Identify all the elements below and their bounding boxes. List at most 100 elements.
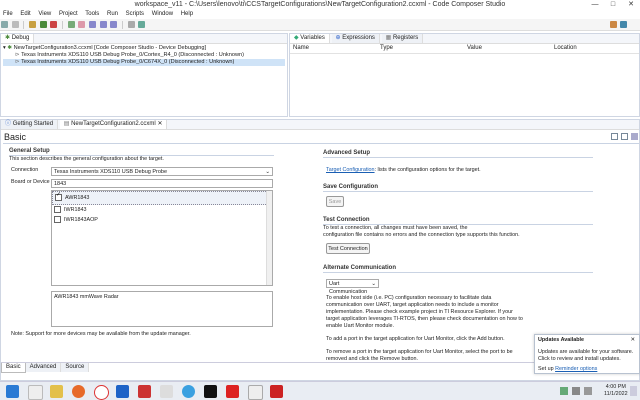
clock[interactable]: 4:00 PM 11/1/2022 bbox=[604, 384, 628, 398]
maximize-icon[interactable]: □ bbox=[604, 0, 622, 10]
board-label: Board or Device bbox=[11, 179, 50, 185]
cube-icon[interactable] bbox=[160, 385, 173, 398]
device-checkbox[interactable] bbox=[54, 205, 61, 213]
save-icon[interactable] bbox=[11, 21, 19, 28]
step-into-icon[interactable] bbox=[89, 21, 97, 28]
chrome-icon[interactable] bbox=[94, 385, 109, 400]
menu-window[interactable]: Window bbox=[149, 10, 176, 19]
suspend-icon[interactable] bbox=[78, 21, 86, 28]
volume-icon[interactable] bbox=[572, 387, 580, 395]
menu-file[interactable]: File bbox=[0, 10, 16, 19]
close-tab-icon[interactable]: ✕ bbox=[157, 121, 162, 127]
minimize-icon[interactable]: — bbox=[586, 0, 604, 10]
tab-target-config[interactable]: ▤ NewTargetConfiguration2.ccxml ✕ bbox=[59, 120, 168, 129]
file-explorer-icon[interactable] bbox=[50, 385, 63, 398]
windows-start-icon[interactable] bbox=[6, 385, 19, 398]
app-icon[interactable] bbox=[270, 385, 283, 398]
update-note: Note: Support for more devices may be av… bbox=[11, 331, 191, 337]
tab-debug[interactable]: ✱ Debug bbox=[1, 34, 35, 43]
device-item[interactable]: IWR1843AOP bbox=[52, 215, 272, 225]
updates-popup[interactable]: Updates Available ✕ Updates are availabl… bbox=[534, 334, 640, 374]
clock-time: 4:00 PM bbox=[605, 384, 626, 390]
battery-icon[interactable] bbox=[584, 387, 592, 395]
build-icon[interactable] bbox=[29, 21, 37, 28]
word-icon[interactable] bbox=[116, 385, 129, 398]
updates-popup-title: Updates Available bbox=[538, 337, 585, 343]
resume-icon[interactable] bbox=[67, 21, 75, 28]
menu-tools[interactable]: Tools bbox=[82, 10, 102, 19]
debug-core-label: Texas Instruments XDS110 USB Debug Probe… bbox=[21, 52, 244, 58]
debug-perspective-icon[interactable] bbox=[620, 21, 627, 28]
tab-variables[interactable]: ◆ Variables bbox=[290, 34, 330, 43]
target-configuration-link[interactable]: Target Configuration bbox=[326, 167, 375, 173]
connect-icon[interactable] bbox=[138, 21, 146, 28]
menu-view[interactable]: View bbox=[35, 10, 54, 19]
tab-advanced[interactable]: Advanced bbox=[25, 363, 62, 372]
firefox-icon[interactable] bbox=[72, 385, 85, 398]
updates-popup-text: Click to review and install updates. bbox=[538, 356, 621, 362]
search-icon[interactable] bbox=[127, 21, 135, 28]
acrobat-icon[interactable] bbox=[138, 385, 151, 398]
help-icon[interactable] bbox=[631, 133, 638, 140]
communication-select[interactable]: Uart Communication ⌄ bbox=[326, 279, 379, 295]
device-checkbox[interactable] bbox=[54, 215, 61, 223]
reminder-options-link[interactable]: Reminder options bbox=[555, 366, 597, 372]
layout-icon[interactable] bbox=[621, 133, 628, 140]
column-type[interactable]: Type bbox=[380, 45, 393, 51]
tab-registers[interactable]: ▦ Registers bbox=[381, 34, 424, 43]
bug-icon: ✱ bbox=[5, 35, 11, 41]
divider bbox=[323, 157, 593, 158]
debug-core-item-selected[interactable]: ⊳ Texas Instruments XDS110 USB Debug Pro… bbox=[3, 59, 285, 66]
network-icon[interactable] bbox=[560, 387, 568, 395]
column-name[interactable]: Name bbox=[293, 45, 309, 51]
taskbar: 4:00 PM 11/1/2022 bbox=[0, 381, 640, 400]
column-location[interactable]: Location bbox=[554, 45, 577, 51]
close-icon[interactable]: ✕ bbox=[630, 337, 635, 344]
tab-source[interactable]: Source bbox=[61, 363, 90, 372]
debug-icon[interactable] bbox=[39, 21, 47, 28]
alt-comm-title: Alternate Communication bbox=[323, 265, 397, 271]
debug-root-item[interactable]: ▾ ✱ NewTargetConfiguration3.ccxml [Code … bbox=[3, 45, 285, 52]
tab-getting-started[interactable]: ⓘ Getting Started bbox=[1, 120, 59, 129]
edge-icon[interactable] bbox=[182, 385, 195, 398]
close-icon[interactable]: ✕ bbox=[622, 0, 640, 10]
chevron-down-icon[interactable]: ▾ bbox=[3, 45, 6, 51]
stop-icon[interactable] bbox=[50, 21, 58, 28]
search-icon[interactable] bbox=[28, 385, 43, 400]
menu-help[interactable]: Help bbox=[178, 10, 196, 19]
perspective-icon[interactable] bbox=[610, 21, 617, 28]
app-icon[interactable] bbox=[248, 385, 263, 400]
menu-edit[interactable]: Edit bbox=[17, 10, 33, 19]
board-filter-input[interactable]: 1843 bbox=[51, 179, 273, 188]
tab-basic[interactable]: Basic bbox=[1, 363, 26, 373]
new-icon[interactable] bbox=[1, 21, 8, 28]
menu-project[interactable]: Project bbox=[56, 10, 81, 19]
alt-comm-line: To enable host side (i.e. PC) configurat… bbox=[326, 295, 492, 301]
alt-comm-paragraph-1: To enable host side (i.e. PC) configurat… bbox=[326, 295, 596, 330]
layout-icon[interactable] bbox=[611, 133, 618, 140]
save-button[interactable]: Save bbox=[326, 196, 344, 207]
device-item-selected[interactable]: AWR1843 bbox=[52, 191, 272, 205]
step-over-icon[interactable] bbox=[99, 21, 107, 28]
test-connection-text: To test a connection, all changes must h… bbox=[323, 225, 468, 231]
device-list-scrollbar[interactable] bbox=[266, 191, 272, 285]
debug-core-item[interactable]: ⊳ Texas Instruments XDS110 USB Debug Pro… bbox=[3, 52, 285, 59]
tab-expressions[interactable]: ⊕ Expressions bbox=[331, 34, 380, 43]
menu-run[interactable]: Run bbox=[104, 10, 121, 19]
ccs-icon[interactable] bbox=[226, 385, 239, 398]
advanced-setup-title: Advanced Setup bbox=[323, 150, 371, 156]
debug-root-label: NewTargetConfiguration3.ccxml [Code Comp… bbox=[13, 45, 207, 51]
device-item[interactable]: IWR1843 bbox=[52, 205, 272, 215]
notification-icon[interactable] bbox=[630, 386, 637, 396]
terminal-icon[interactable] bbox=[204, 385, 217, 398]
device-checkbox[interactable] bbox=[55, 192, 62, 201]
test-connection-button[interactable]: Test Connection bbox=[326, 243, 370, 254]
page-title: Basic bbox=[4, 132, 27, 142]
variables-view: ◆ Variables ⊕ Expressions ▦ Registers Na… bbox=[289, 33, 640, 117]
column-value[interactable]: Value bbox=[467, 45, 482, 51]
menu-scripts[interactable]: Scripts bbox=[123, 10, 147, 19]
connection-select[interactable]: Texas Instruments XDS110 USB Debug Probe… bbox=[51, 167, 273, 176]
alt-comm-line: communication over UART, target applicat… bbox=[326, 302, 499, 308]
connection-label: Connection bbox=[11, 167, 39, 173]
step-return-icon[interactable] bbox=[110, 21, 118, 28]
